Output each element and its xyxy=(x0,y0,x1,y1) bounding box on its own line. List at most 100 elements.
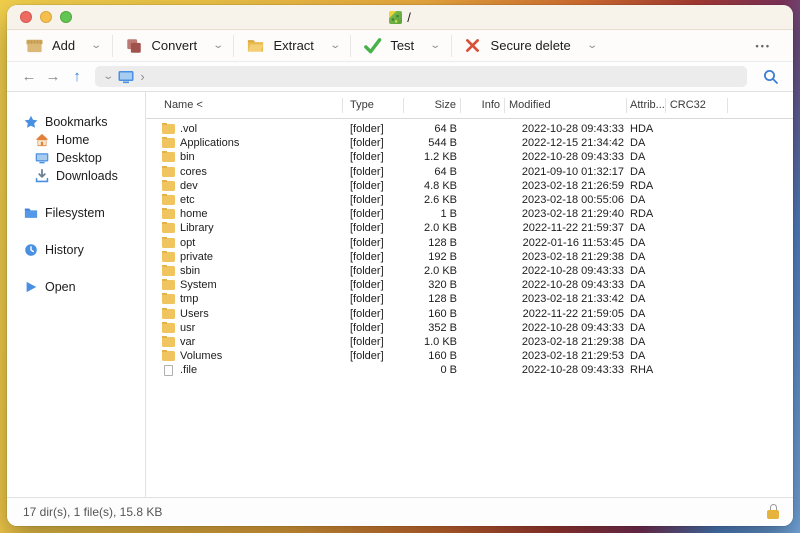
sidebar-item-downloads[interactable]: Downloads xyxy=(7,167,145,185)
chevron-down-icon[interactable]: ⌄ xyxy=(586,40,598,51)
sidebar-item-bookmarks[interactable]: Bookmarks xyxy=(7,113,145,131)
table-row[interactable]: Applications [folder] 544 B 2022-12-15 2… xyxy=(146,136,793,150)
table-row[interactable]: .file 0 B 2022-10-28 09:43:33 RHA xyxy=(146,363,793,377)
file-size: 160 B xyxy=(428,350,457,363)
chevron-down-icon[interactable]: ⌄ xyxy=(429,40,441,51)
file-size: 160 B xyxy=(428,307,457,320)
file-size: 1.0 KB xyxy=(423,335,457,348)
table-row[interactable]: opt [folder] 128 B 2022-01-16 11:53:45 D… xyxy=(146,236,793,250)
add-button[interactable]: Add ⌄ xyxy=(13,36,112,56)
file-modified: 2023-02-18 21:33:42 xyxy=(521,293,624,306)
navigation-bar: ← → ↑ ⌄ › xyxy=(7,62,793,92)
file-size: 64 B xyxy=(434,165,457,178)
sidebar-item-home[interactable]: Home xyxy=(7,131,145,149)
file-type: [folder] xyxy=(350,123,384,136)
table-row[interactable]: bin [folder] 1.2 KB 2022-10-28 09:43:33 … xyxy=(146,150,793,164)
table-row[interactable]: var [folder] 1.0 KB 2023-02-18 21:29:38 … xyxy=(146,335,793,349)
convert-icon xyxy=(124,36,144,56)
table-row[interactable]: Users [folder] 160 B 2022-11-22 21:59:05… xyxy=(146,306,793,320)
column-header-modified[interactable]: Modified xyxy=(505,97,627,113)
convert-button[interactable]: Convert ⌄ xyxy=(113,36,234,56)
file-name: System xyxy=(180,279,217,292)
sidebar-item-label: Desktop xyxy=(56,151,102,165)
chevron-down-icon[interactable]: ⌄ xyxy=(90,40,102,51)
sidebar-item-history[interactable]: History xyxy=(7,241,145,259)
file-type: [folder] xyxy=(350,307,384,320)
table-row[interactable]: dev [folder] 4.8 KB 2023-02-18 21:26:59 … xyxy=(146,179,793,193)
secure-delete-x-icon xyxy=(463,36,483,56)
file-type: [folder] xyxy=(350,264,384,277)
file-type: [folder] xyxy=(350,165,384,178)
chevron-down-icon[interactable]: ⌄ xyxy=(102,71,114,82)
sidebar: Bookmarks Home Desktop Downloads Filesys… xyxy=(7,92,146,497)
column-header-filler xyxy=(728,98,793,113)
toolbar: Add ⌄ Convert ⌄ Extract ⌄ Test ⌄ Secure … xyxy=(7,30,793,62)
file-size: 1 B xyxy=(440,208,457,221)
extract-button[interactable]: Extract ⌄ xyxy=(234,36,350,56)
chevron-down-icon[interactable]: ⌄ xyxy=(212,40,224,51)
more-button[interactable]: ••• xyxy=(756,41,771,51)
table-row[interactable]: tmp [folder] 128 B 2023-02-18 21:33:42 D… xyxy=(146,292,793,306)
sidebar-item-desktop[interactable]: Desktop xyxy=(7,149,145,167)
table-row[interactable]: .vol [folder] 64 B 2022-10-28 09:43:33 H… xyxy=(146,122,793,136)
search-button[interactable] xyxy=(763,69,779,85)
file-name: tmp xyxy=(180,293,199,306)
back-button[interactable]: ← xyxy=(17,68,41,85)
file-size: 1.2 KB xyxy=(423,151,457,164)
folder-icon xyxy=(162,264,175,276)
file-name: .vol xyxy=(180,123,198,136)
file-name: home xyxy=(180,208,208,221)
table-row[interactable]: System [folder] 320 B 2022-10-28 09:43:3… xyxy=(146,278,793,292)
column-header-attrib[interactable]: Attrib... xyxy=(627,97,666,113)
column-header-crc32[interactable]: CRC32 xyxy=(666,97,728,113)
chevron-down-icon[interactable]: ⌄ xyxy=(329,40,341,51)
column-header-name[interactable]: Name < xyxy=(146,97,343,113)
folder-icon xyxy=(162,222,175,234)
sidebar-item-open[interactable]: Open xyxy=(7,278,145,296)
sidebar-item-filesystem[interactable]: Filesystem xyxy=(7,204,145,222)
file-modified: 2023-02-18 21:29:38 xyxy=(521,250,624,263)
sidebar-item-label: Filesystem xyxy=(45,206,105,220)
column-header-size[interactable]: Size xyxy=(404,97,461,113)
file-type: [folder] xyxy=(350,293,384,306)
minimize-button[interactable] xyxy=(40,11,52,23)
chevron-right-icon[interactable]: › xyxy=(140,69,144,84)
table-row[interactable]: home [folder] 1 B 2023-02-18 21:29:40 RD… xyxy=(146,207,793,221)
folder-icon xyxy=(162,165,175,177)
table-row[interactable]: etc [folder] 2.6 KB 2023-02-18 00:55:06 … xyxy=(146,193,793,207)
table-row[interactable]: private [folder] 192 B 2023-02-18 21:29:… xyxy=(146,250,793,264)
titlebar[interactable]: / xyxy=(7,5,793,30)
file-modified: 2022-11-22 21:59:37 xyxy=(522,222,624,235)
path-bar[interactable]: ⌄ › xyxy=(95,66,747,87)
sidebar-item-label: Open xyxy=(45,280,76,294)
close-button[interactable] xyxy=(20,11,32,23)
table-row[interactable]: usr [folder] 352 B 2022-10-28 09:43:33 D… xyxy=(146,321,793,335)
table-row[interactable]: Volumes [folder] 160 B 2023-02-18 21:29:… xyxy=(146,349,793,363)
up-button[interactable]: ↑ xyxy=(65,68,89,85)
title-area: / xyxy=(7,5,793,29)
file-name: var xyxy=(180,335,196,348)
file-name: Volumes xyxy=(180,350,223,363)
column-header-type[interactable]: Type xyxy=(343,97,404,113)
traffic-lights xyxy=(20,11,72,23)
file-name: Applications xyxy=(180,137,240,150)
computer-icon[interactable] xyxy=(118,70,134,84)
file-name: usr xyxy=(180,321,196,334)
file-name: sbin xyxy=(180,264,201,277)
column-header-info[interactable]: Info xyxy=(461,97,505,113)
file-attrib: RDA xyxy=(630,179,654,192)
table-row[interactable]: sbin [folder] 2.0 KB 2022-10-28 09:43:33… xyxy=(146,264,793,278)
folder-icon xyxy=(162,335,175,347)
file-name: etc xyxy=(180,194,195,207)
test-button[interactable]: Test ⌄ xyxy=(351,36,450,56)
folder-icon xyxy=(24,206,38,220)
file-name: cores xyxy=(180,165,207,178)
zoom-button[interactable] xyxy=(60,11,72,23)
file-size: 352 B xyxy=(428,321,457,334)
table-row[interactable]: Library [folder] 2.0 KB 2022-11-22 21:59… xyxy=(146,221,793,235)
forward-button[interactable]: → xyxy=(41,68,65,85)
file-size: 2.6 KB xyxy=(423,194,457,207)
secure-delete-button[interactable]: Secure delete ⌄ xyxy=(452,36,608,56)
table-row[interactable]: cores [folder] 64 B 2021-09-10 01:32:17 … xyxy=(146,165,793,179)
unlocked-padlock-icon[interactable] xyxy=(766,504,779,520)
